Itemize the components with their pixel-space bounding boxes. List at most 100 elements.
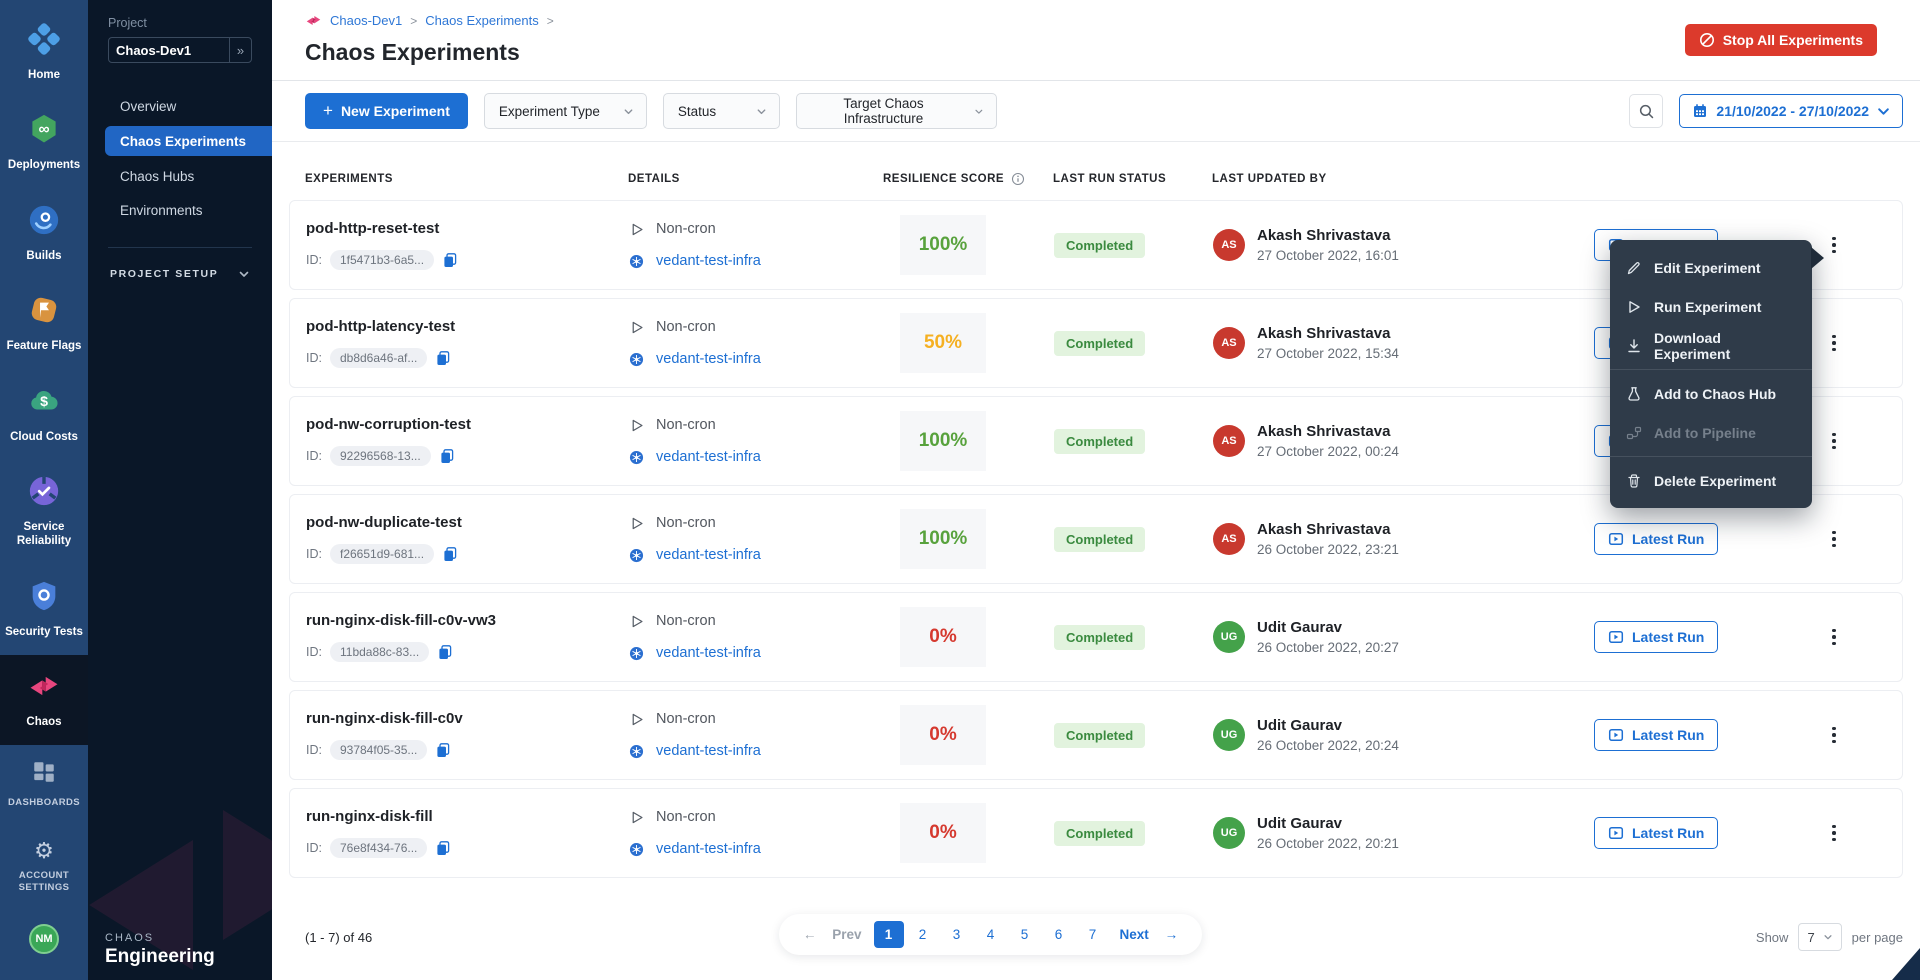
rail-item-builds[interactable]: Builds [0, 189, 88, 279]
schedule-type: Non-cron [656, 417, 716, 433]
menu-item-edit-experiment[interactable]: Edit Experiment [1610, 248, 1812, 287]
row-menu-kebab[interactable] [1828, 527, 1840, 552]
kubernetes-icon [629, 744, 644, 759]
experiment-cell: run-nginx-disk-fill-c0v-vw3 ID: 11bda88c… [306, 612, 629, 662]
page-button-5[interactable]: 5 [1010, 921, 1040, 948]
breadcrumb-link-page[interactable]: Chaos Experiments [425, 13, 538, 28]
menu-item-run-experiment[interactable]: Run Experiment [1610, 287, 1812, 326]
user-avatar[interactable]: NM [29, 924, 59, 954]
table-row[interactable]: run-nginx-disk-fill-c0v-vw3 ID: 11bda88c… [289, 592, 1903, 682]
breadcrumb-link-project[interactable]: Chaos-Dev1 [330, 13, 402, 28]
copy-icon[interactable] [437, 644, 453, 660]
date-range-picker[interactable]: 21/10/2022 - 27/10/2022 [1679, 94, 1903, 128]
rail-item-account-settings[interactable]: ⚙ ACCOUNT SETTINGS [0, 825, 88, 910]
column-last-run-status: LAST RUN STATUS [1053, 173, 1212, 185]
resilience-score-value: 100% [900, 215, 986, 275]
rail-item-security-tests[interactable]: Security Tests [0, 565, 88, 655]
rail-item-home[interactable]: Home [0, 8, 88, 98]
page-button-4[interactable]: 4 [976, 921, 1006, 948]
copy-icon[interactable] [435, 742, 451, 758]
project-setup-label: PROJECT SETUP [110, 268, 218, 280]
row-menu-kebab[interactable] [1828, 821, 1840, 846]
new-experiment-button[interactable]: + New Experiment [305, 93, 468, 129]
page-size-select[interactable]: 7 [1798, 923, 1841, 951]
project-label: Project [108, 16, 272, 30]
updated-timestamp: 26 October 2022, 20:27 [1257, 640, 1399, 655]
context-menu-arrow [1811, 247, 1824, 269]
copy-icon[interactable] [439, 448, 455, 464]
filter-status[interactable]: Status [663, 93, 780, 129]
next-page-button[interactable]: Next → [1112, 927, 1187, 942]
sidebar-item-overview[interactable]: Overview [88, 89, 272, 123]
infrastructure-link[interactable]: vedant-test-infra [656, 253, 761, 269]
infrastructure-link[interactable]: vedant-test-infra [656, 841, 761, 857]
copy-icon[interactable] [435, 350, 451, 366]
row-menu-kebab[interactable] [1828, 723, 1840, 748]
info-icon[interactable] [1011, 172, 1025, 186]
chevron-down-icon [1877, 105, 1890, 118]
row-menu-kebab[interactable] [1828, 429, 1840, 454]
infrastructure-link[interactable]: vedant-test-infra [656, 449, 761, 465]
page-button-7[interactable]: 7 [1078, 921, 1108, 948]
latest-run-button[interactable]: Latest Run [1594, 719, 1718, 751]
project-setup-toggle[interactable]: PROJECT SETUP [88, 268, 272, 280]
latest-run-button[interactable]: Latest Run [1594, 523, 1718, 555]
menu-item-download-experiment[interactable]: Download Experiment [1610, 326, 1812, 365]
page-button-6[interactable]: 6 [1044, 921, 1074, 948]
details-cell: Non-cron vedant-test-infra [629, 515, 884, 563]
menu-item-delete-experiment[interactable]: Delete Experiment [1610, 461, 1812, 500]
rail-item-chaos[interactable]: Chaos [0, 655, 88, 745]
table-row[interactable]: run-nginx-disk-fill ID: 76e8f434-76... N… [289, 788, 1903, 878]
chevron-down-icon [238, 268, 250, 280]
experiment-name[interactable]: run-nginx-disk-fill [306, 808, 629, 825]
experiment-name[interactable]: pod-nw-duplicate-test [306, 514, 629, 531]
rail-item-cloud-costs[interactable]: $ Cloud Costs [0, 370, 88, 460]
expand-project-icon[interactable]: » [229, 38, 251, 62]
copy-icon[interactable] [435, 840, 451, 856]
experiment-name[interactable]: pod-nw-corruption-test [306, 416, 629, 433]
rail-label: Chaos [26, 715, 61, 729]
user-name: Akash Shrivastava [1257, 227, 1399, 244]
filter-experiment-type[interactable]: Experiment Type [484, 93, 647, 129]
pipeline-icon [1626, 425, 1642, 441]
row-menu-kebab[interactable] [1828, 625, 1840, 650]
rail-item-feature-flags[interactable]: Feature Flags [0, 279, 88, 369]
page-button-1[interactable]: 1 [874, 921, 904, 948]
sidebar-item-chaos-experiments[interactable]: Chaos Experiments [105, 126, 272, 156]
infrastructure-link[interactable]: vedant-test-infra [656, 547, 761, 563]
experiment-name[interactable]: pod-http-latency-test [306, 318, 629, 335]
rail-item-dashboards[interactable]: DASHBOARDS [0, 745, 88, 825]
prev-page-button[interactable]: ← Prev [795, 927, 870, 942]
experiment-name[interactable]: run-nginx-disk-fill-c0v-vw3 [306, 612, 629, 629]
menu-item-add-to-chaos-hub[interactable]: Add to Chaos Hub [1610, 374, 1812, 413]
project-selector[interactable]: Chaos-Dev1 » [108, 37, 252, 63]
pagination: ← Prev 1 2 3 4 5 6 7 Next → [779, 914, 1202, 955]
infrastructure-link[interactable]: vedant-test-infra [656, 351, 761, 367]
table-row[interactable]: run-nginx-disk-fill-c0v ID: 93784f05-35.… [289, 690, 1903, 780]
score-cell: 50% [884, 313, 1054, 373]
infrastructure-link[interactable]: vedant-test-infra [656, 743, 761, 759]
latest-run-button[interactable]: Latest Run [1594, 621, 1718, 653]
search-button[interactable] [1629, 94, 1663, 128]
resilience-score-value: 0% [900, 607, 986, 667]
page-button-3[interactable]: 3 [942, 921, 972, 948]
rail-item-deployments[interactable]: ∞ Deployments [0, 98, 88, 188]
latest-run-button[interactable]: Latest Run [1594, 817, 1718, 849]
rail-label: Home [28, 68, 60, 82]
row-menu-kebab[interactable] [1828, 233, 1840, 258]
experiment-id: 11bda88c-83... [330, 642, 429, 662]
id-label: ID: [306, 645, 322, 659]
experiment-name[interactable]: run-nginx-disk-fill-c0v [306, 710, 629, 727]
rail-item-service-reliability[interactable]: Service Reliability [0, 460, 88, 565]
infrastructure-link[interactable]: vedant-test-infra [656, 645, 761, 661]
sidebar-item-environments[interactable]: Environments [88, 193, 272, 227]
page-button-2[interactable]: 2 [908, 921, 938, 948]
filter-target-chaos-infrastructure[interactable]: Target Chaos Infrastructure [796, 93, 997, 129]
experiment-name[interactable]: pod-http-reset-test [306, 220, 629, 237]
stop-all-experiments-button[interactable]: Stop All Experiments [1685, 24, 1877, 56]
row-menu-kebab[interactable] [1828, 331, 1840, 356]
copy-icon[interactable] [442, 546, 458, 562]
copy-icon[interactable] [442, 252, 458, 268]
sidebar-item-chaos-hubs[interactable]: Chaos Hubs [88, 159, 272, 193]
latest-run-label: Latest Run [1632, 727, 1704, 743]
